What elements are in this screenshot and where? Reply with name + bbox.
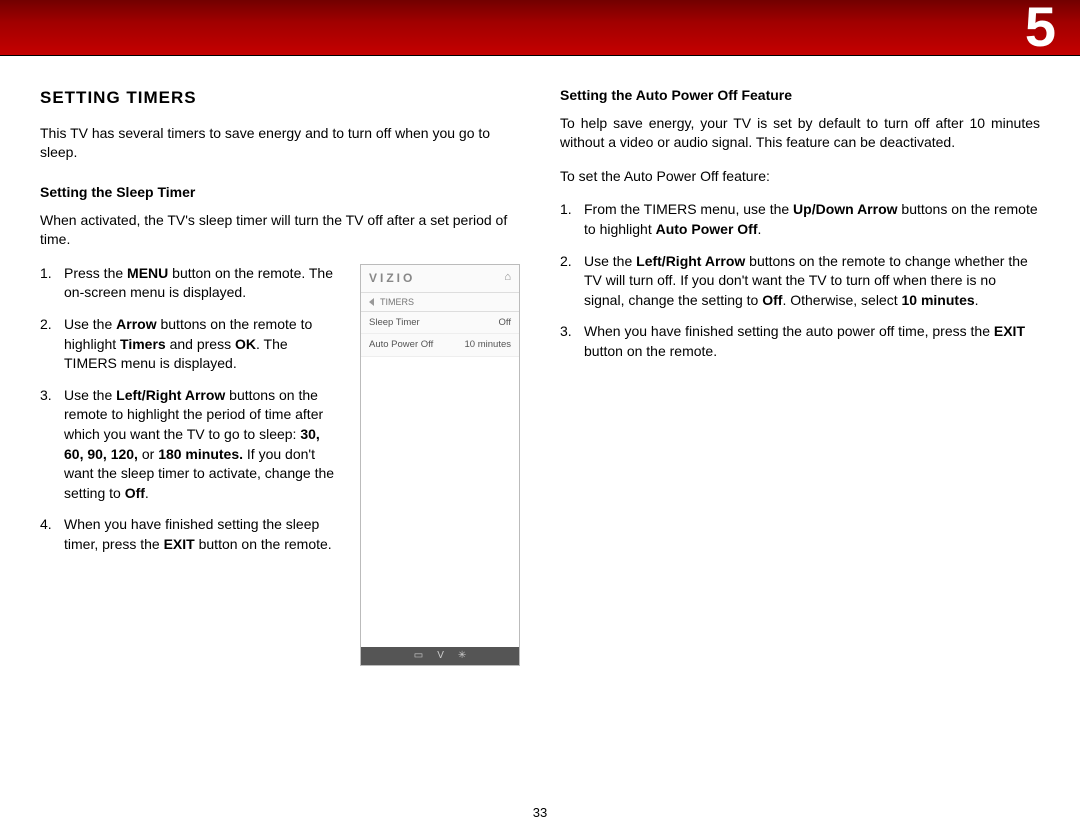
tv-panel-bottom-bar: ▭ V ✳ [361,647,519,665]
auto-step-2: Use the Left/Right Arrow buttons on the … [560,252,1040,311]
auto-step-1: From the TIMERS menu, use the Up/Down Ar… [560,200,1040,239]
sleep-steps-list: Press the MENU button on the remote. The… [40,264,342,567]
right-column: Setting the Auto Power Off Feature To he… [560,86,1040,666]
chapter-header-bar: 5 [0,0,1080,56]
tv-menu-screenshot: VIZIO ⌂ TIMERS Sleep Timer Off Auto Powe… [360,264,520,666]
page-content: SETTING TIMERS This TV has several timer… [0,56,1080,666]
tv-panel-header: VIZIO ⌂ [361,265,519,293]
sleep-step-4: When you have finished setting the sleep… [40,515,342,554]
left-column: SETTING TIMERS This TV has several timer… [40,86,520,666]
sleep-step-1: Press the MENU button on the remote. The… [40,264,342,303]
sleep-step-3: Use the Left/Right Arrow buttons on the … [40,386,342,504]
intro-paragraph: This TV has several timers to save energ… [40,124,520,163]
tv-row-sleep-timer: Sleep Timer Off [361,312,519,334]
sub-title-sleep: Setting the Sleep Timer [40,183,520,203]
auto-power-steps-list: From the TIMERS menu, use the Up/Down Ar… [560,200,1040,361]
vizio-logo: VIZIO [369,270,415,287]
tv-row-auto-power: Auto Power Off 10 minutes [361,334,519,356]
wide-icon: ▭ [414,649,423,663]
auto-power-intro: To help save energy, your TV is set by d… [560,114,1040,153]
back-arrow-icon [369,298,374,306]
home-icon: ⌂ [504,270,511,285]
tv-panel-body [361,357,519,647]
section-title: SETTING TIMERS [40,86,520,110]
sub-title-auto-power: Setting the Auto Power Off Feature [560,86,1040,106]
auto-step-3: When you have finished setting the auto … [560,322,1040,361]
auto-power-lead: To set the Auto Power Off feature: [560,167,1040,187]
sleep-step-2: Use the Arrow buttons on the remote to h… [40,315,342,374]
tv-breadcrumb: TIMERS [361,293,519,313]
gear-icon: ✳ [458,649,466,663]
v-icon: V [437,649,444,663]
sleep-intro: When activated, the TV's sleep timer wil… [40,211,520,250]
chapter-number: 5 [1025,0,1056,59]
page-number: 33 [0,805,1080,820]
